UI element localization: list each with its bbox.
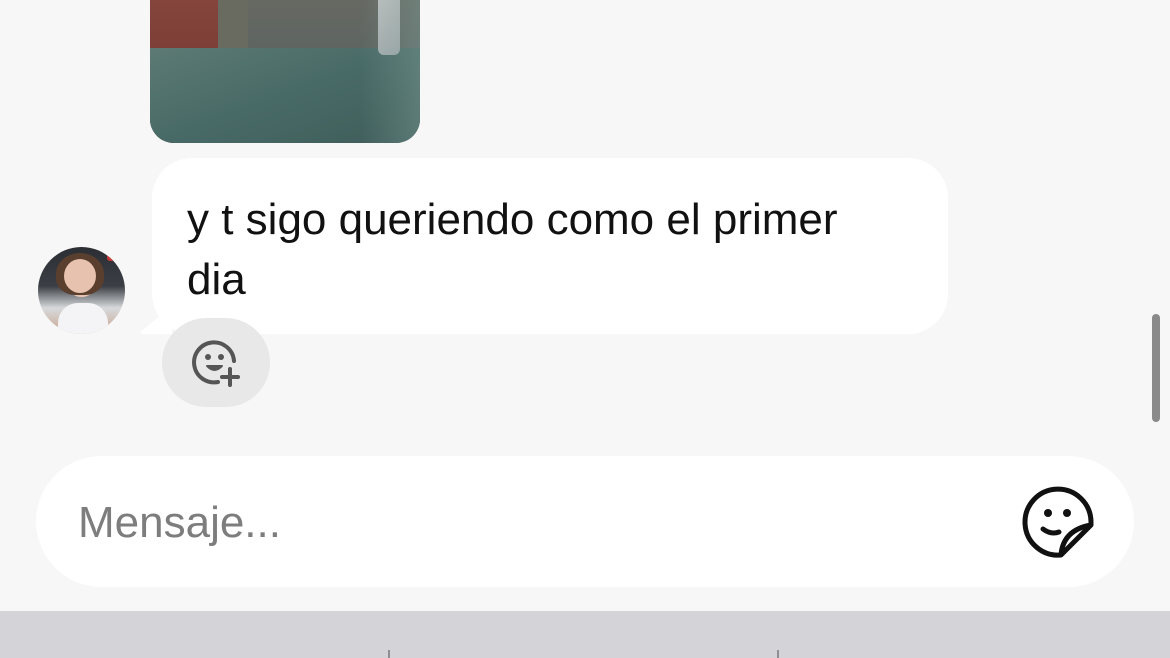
chat-screen: y t sigo queriendo como el primer dia [0,0,1170,658]
message-text-line-1: y t sigo queriendo como el primer [187,195,838,244]
avatar-clothing [58,303,108,334]
photo-light [360,0,420,143]
sticker-icon [1022,486,1094,558]
avatar-face [64,259,96,293]
keyboard-divider-left [388,650,390,658]
message-input[interactable] [76,484,980,562]
received-message-bubble[interactable]: y t sigo queriendo como el primer dia [152,158,948,334]
sticker-button[interactable] [1020,484,1096,560]
contact-avatar[interactable] [38,247,125,334]
scrollbar-thumb[interactable] [1152,314,1160,422]
avatar-detail [107,251,121,261]
keyboard-suggestion-bar [0,611,1170,658]
add-reaction-button[interactable] [162,318,270,407]
message-text: y t sigo queriendo como el primer dia [187,190,928,310]
message-text-line-2: dia [187,255,246,304]
message-composer [36,456,1134,587]
add-reaction-icon [192,339,240,387]
shared-photo-message[interactable] [150,0,420,143]
keyboard-divider-right [777,650,779,658]
